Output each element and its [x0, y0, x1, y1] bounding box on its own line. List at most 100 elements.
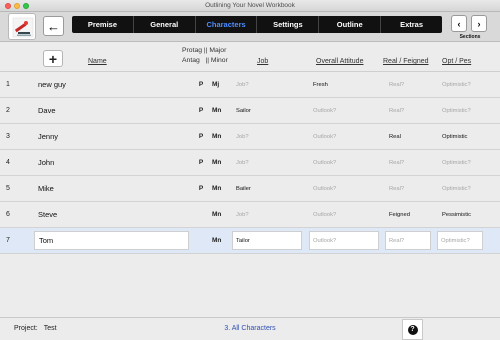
character-name-field[interactable]: new guy: [38, 72, 188, 97]
antag-label: Antag: [182, 57, 200, 64]
next-section-button[interactable]: ›: [471, 15, 487, 32]
add-character-button[interactable]: +: [43, 50, 63, 67]
tab-characters[interactable]: Characters: [196, 16, 258, 33]
character-row[interactable]: 6 Steve Mn Job? Outlook? Feigned Pessimistic: [0, 202, 500, 228]
previous-section-button[interactable]: ‹: [451, 15, 467, 32]
protag-antag-toggle[interactable]: P: [197, 150, 205, 175]
job-field[interactable]: Sailor: [236, 98, 302, 123]
opt-pes-field[interactable]: Optimistic: [442, 124, 496, 149]
protag-antag-toggle[interactable]: P: [197, 124, 205, 149]
window-title-bar: Outlining Your Novel Workbook: [0, 0, 500, 12]
attitude-field[interactable]: Outlook?: [313, 176, 379, 201]
minor-label: Minor: [210, 57, 228, 64]
real-feigned-field[interactable]: Real?: [385, 231, 431, 250]
column-header-opt-pes[interactable]: Opt / Pes: [442, 58, 471, 65]
job-field[interactable]: Bailer: [236, 176, 302, 201]
protag-antag-toggle[interactable]: P: [197, 98, 205, 123]
row-number: 2: [6, 107, 10, 114]
major-minor-toggle[interactable]: Mn: [212, 176, 224, 201]
separator-label: ||: [205, 57, 209, 64]
protag-antag-toggle[interactable]: P: [197, 72, 205, 97]
opt-pes-field[interactable]: Optimistic?: [442, 98, 496, 123]
job-field[interactable]: Job?: [236, 124, 302, 149]
character-name-field[interactable]: Steve: [38, 202, 188, 227]
tab-outline[interactable]: Outline: [319, 16, 382, 33]
job-field[interactable]: Job?: [236, 150, 302, 175]
protag-antag-toggle[interactable]: P: [197, 176, 205, 201]
opt-pes-field[interactable]: Optimistic?: [442, 72, 496, 97]
character-name-field[interactable]: Jenny: [38, 124, 188, 149]
column-header-name[interactable]: Name: [88, 58, 107, 65]
opt-pes-field[interactable]: Optimistic?: [442, 150, 496, 175]
back-button[interactable]: ←: [43, 16, 64, 36]
tab-premise[interactable]: Premise: [72, 16, 134, 33]
protag-label: Protag: [182, 47, 203, 54]
chevron-right-icon: ›: [477, 18, 481, 29]
character-row[interactable]: 5 Mike P Mn Bailer Outlook? Real? Optimistic?: [0, 176, 500, 202]
real-feigned-field[interactable]: Feigned: [389, 202, 434, 227]
character-row[interactable]: 3 Jenny P Mn Job? Outlook? Real Optimistic: [0, 124, 500, 150]
row-number: 7: [6, 237, 10, 244]
column-header-row: + Name Protag || Major Antag || Minor Jo…: [0, 42, 500, 72]
tab-settings[interactable]: Settings: [257, 16, 320, 33]
real-feigned-field[interactable]: Real: [389, 124, 434, 149]
character-row[interactable]: 7 Tom Mn Tailor Outlook? Real? Optimistic?: [0, 228, 500, 254]
back-arrow-icon: ←: [47, 18, 60, 34]
tab-extras[interactable]: Extras: [381, 16, 442, 33]
real-feigned-field[interactable]: Real?: [389, 150, 434, 175]
footer-bar: Project: Test 3. All Characters ?: [0, 317, 500, 340]
opt-pes-field[interactable]: Optimistic?: [437, 231, 483, 250]
character-row[interactable]: 2 Dave P Mn Sailor Outlook? Real? Optimistic?: [0, 98, 500, 124]
character-name-field[interactable]: John: [38, 150, 188, 175]
app-logo-icon[interactable]: [8, 13, 36, 40]
toolbar: ← Premise General Characters Settings Outlin…: [0, 12, 500, 42]
attitude-field[interactable]: Fresh: [313, 72, 379, 97]
window-title: Outlining Your Novel Workbook: [205, 2, 295, 9]
column-header-job[interactable]: Job: [257, 58, 268, 65]
character-name-field[interactable]: Dave: [38, 98, 188, 123]
character-name-field[interactable]: Tom: [34, 231, 189, 250]
opt-pes-field[interactable]: Optimistic?: [442, 176, 496, 201]
major-minor-toggle[interactable]: Mn: [212, 124, 224, 149]
job-field[interactable]: Job?: [236, 202, 302, 227]
major-minor-toggle[interactable]: Mn: [212, 228, 224, 253]
real-feigned-field[interactable]: Real?: [389, 176, 434, 201]
major-minor-toggle[interactable]: Mn: [212, 98, 224, 123]
major-minor-toggle[interactable]: Mn: [212, 202, 224, 227]
character-row[interactable]: 1 new guy P Mj Job? Fresh Real? Optimistic?: [0, 72, 500, 98]
chevron-left-icon: ‹: [457, 18, 461, 29]
real-feigned-field[interactable]: Real?: [389, 72, 434, 97]
breadcrumb[interactable]: 3. All Characters: [0, 325, 500, 332]
plus-icon: +: [48, 50, 58, 67]
job-field[interactable]: Job?: [236, 72, 302, 97]
column-header-attitude[interactable]: Overall Attitude: [316, 58, 363, 65]
help-button[interactable]: ?: [402, 319, 423, 340]
character-name-field[interactable]: Mike: [38, 176, 188, 201]
attitude-field[interactable]: Outlook?: [309, 231, 379, 250]
job-field[interactable]: Tailor: [232, 231, 302, 250]
attitude-field[interactable]: Outlook?: [313, 98, 379, 123]
major-minor-toggle[interactable]: Mj: [212, 72, 224, 97]
column-header-protag-major: Protag || Major Antag || Minor: [182, 46, 228, 66]
opt-pes-field[interactable]: Pessimistic: [442, 202, 496, 227]
attitude-field[interactable]: Outlook?: [313, 124, 379, 149]
section-tabs: Premise General Characters Settings Outline E…: [72, 16, 442, 33]
separator-label: ||: [203, 47, 208, 54]
protag-antag-toggle[interactable]: [197, 202, 205, 227]
attitude-field[interactable]: Outlook?: [313, 150, 379, 175]
protag-antag-toggle[interactable]: [197, 228, 205, 253]
row-number: 3: [6, 133, 10, 140]
character-row[interactable]: 4 John P Mn Job? Outlook? Real? Optimistic?: [0, 150, 500, 176]
real-feigned-field[interactable]: Real?: [389, 98, 434, 123]
sections-caption: Sections: [459, 34, 481, 40]
row-number: 6: [6, 211, 10, 218]
attitude-field[interactable]: Outlook?: [313, 202, 379, 227]
tab-general[interactable]: General: [134, 16, 196, 33]
row-number: 1: [6, 81, 10, 88]
question-mark-icon: ?: [407, 324, 418, 335]
major-minor-toggle[interactable]: Mn: [212, 150, 224, 175]
row-number: 4: [6, 159, 10, 166]
workbook-logo-icon: [12, 17, 34, 38]
column-header-real-feigned[interactable]: Real / Feigned: [383, 58, 429, 65]
row-number: 5: [6, 185, 10, 192]
